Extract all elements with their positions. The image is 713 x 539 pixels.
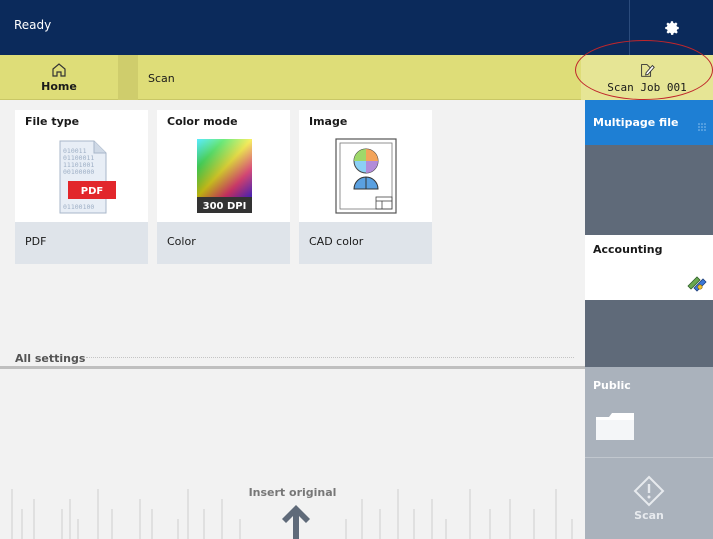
color-mode-value: Color — [157, 222, 290, 264]
annotation-circle — [575, 40, 713, 100]
card-title: Image — [309, 115, 348, 128]
dpi-badge: 300 DPI — [203, 201, 247, 212]
file-type-card[interactable]: File type 010011 01100011 11101001 00100… — [15, 110, 148, 264]
accounting-label: Accounting — [593, 243, 663, 256]
pdf-badge: PDF — [81, 186, 103, 197]
divider — [86, 357, 574, 359]
card-title: File type — [25, 115, 80, 128]
nav-separator — [118, 55, 138, 100]
accounting-icon — [687, 276, 707, 292]
status-text: Ready — [14, 18, 52, 32]
breadcrumb-scan: Scan — [148, 72, 175, 85]
multipage-file-button[interactable]: Multipage file — [585, 100, 713, 145]
svg-text:00100000: 00100000 — [63, 168, 94, 176]
public-destination-button[interactable]: Public — [585, 367, 713, 457]
arrow-up-icon — [282, 505, 310, 539]
image-value: CAD color — [299, 222, 432, 264]
multipage-label: Multipage file — [593, 116, 679, 129]
home-icon — [52, 63, 66, 77]
insert-original-label: Insert original — [248, 486, 337, 499]
public-label: Public — [593, 379, 631, 392]
scan-start-icon — [633, 475, 665, 507]
empty-panel — [585, 300, 713, 367]
folder-icon — [596, 413, 634, 440]
file-type-value: PDF — [15, 222, 148, 264]
pdf-file-icon: 010011 01100011 11101001 00100000 011001… — [59, 140, 116, 214]
cad-drawing-icon — [335, 138, 397, 214]
color-gradient-icon: 300 DPI — [197, 139, 252, 213]
grip-dots-icon — [698, 123, 706, 131]
image-card[interactable]: Image CAD color — [299, 110, 432, 264]
accounting-button[interactable]: Accounting — [585, 235, 713, 300]
all-settings-link[interactable]: All settings — [15, 352, 85, 365]
scan-label: Scan — [634, 509, 664, 522]
svg-text:01100100: 01100100 — [63, 203, 94, 211]
gear-icon — [664, 20, 679, 35]
color-mode-card[interactable]: Color mode 300 DPI Color — [157, 110, 290, 264]
scan-button[interactable]: Scan — [585, 457, 713, 539]
empty-panel — [585, 145, 713, 235]
home-button[interactable]: Home — [0, 55, 118, 100]
insert-original-area: Insert original — [0, 369, 585, 539]
home-label: Home — [41, 80, 77, 93]
card-title: Color mode — [167, 115, 238, 128]
